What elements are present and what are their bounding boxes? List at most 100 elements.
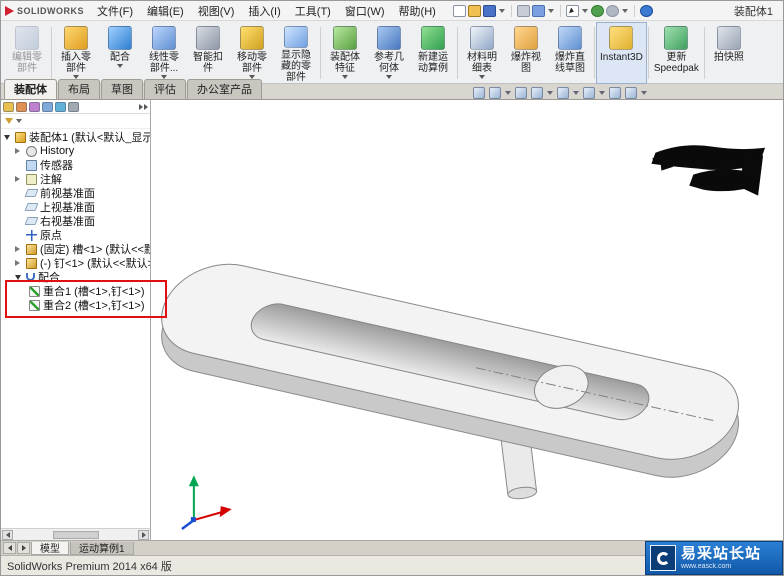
expand-toggle-icon[interactable] — [15, 176, 23, 182]
menu-insert[interactable]: 插入(I) — [241, 1, 287, 21]
dropdown-arrow-icon[interactable] — [547, 91, 553, 95]
undo-dropdown-icon[interactable] — [547, 8, 554, 13]
tree-item-annotations[interactable]: 注解 — [1, 172, 150, 186]
configurationmanager-tab-icon[interactable] — [29, 101, 40, 112]
expand-toggle-icon[interactable] — [15, 260, 23, 266]
menu-view[interactable]: 视图(V) — [191, 1, 242, 21]
part-icon — [26, 257, 37, 269]
section-view-icon[interactable] — [515, 87, 527, 99]
filter-dropdown-icon[interactable] — [16, 119, 22, 123]
panel-horizontal-scrollbar[interactable] — [1, 528, 150, 540]
document-title: 装配体1 — [733, 5, 773, 18]
help-icon[interactable] — [639, 4, 653, 17]
scroll-right-icon[interactable] — [138, 529, 149, 540]
open-document-icon[interactable] — [467, 4, 481, 17]
edit-appearance-icon[interactable] — [609, 87, 621, 99]
move-component-button[interactable]: 移动零 部件 — [230, 23, 274, 83]
tree-item-pin-part[interactable]: (-) 钉<1> (默认<<默认>_显 — [1, 256, 150, 270]
instant3d-button[interactable]: Instant3D — [596, 22, 647, 84]
insert-components-button[interactable]: 插入零 部件 — [54, 23, 98, 83]
expand-toggle-icon[interactable] — [15, 275, 23, 280]
dimxpertmanager-tab-icon[interactable] — [42, 101, 53, 112]
tree-item-mate-coincident-1[interactable]: 重合1 (槽<1>,钉<1>) — [1, 284, 150, 298]
bill-of-materials-button[interactable]: 材料明 细表 — [460, 23, 504, 83]
tab-evaluate[interactable]: 评估 — [144, 79, 186, 99]
expand-toggle-icon[interactable] — [4, 135, 12, 140]
solidworks-logo-text: SOLIDWORKS — [17, 5, 84, 16]
linear-component-pattern-button[interactable]: 线性零 部件... — [142, 23, 186, 83]
scroll-left-icon[interactable] — [2, 529, 13, 540]
tab-motion-study-1[interactable]: 运动算例1 — [70, 541, 134, 555]
save-icon[interactable] — [482, 4, 496, 17]
tree-item-assembly[interactable]: 装配体1 (默认<默认_显示状态 — [1, 130, 150, 144]
featuremanager-tab-icon[interactable] — [3, 101, 14, 112]
dropdown-arrow-icon — [479, 75, 485, 79]
tab-layout[interactable]: 布局 — [58, 79, 100, 99]
tree-item-history[interactable]: History — [1, 144, 150, 158]
show-hidden-components-button[interactable]: 显示隐 藏的零 部件 — [274, 23, 318, 83]
smart-fasteners-button[interactable]: 智能扣 件 — [186, 23, 230, 83]
hide-show-items-icon[interactable] — [583, 87, 595, 99]
menu-file[interactable]: 文件(F) — [90, 1, 140, 21]
tab-model[interactable]: 模型 — [31, 541, 69, 555]
tab-scroll-left-icon[interactable] — [3, 542, 16, 554]
zoom-fit-icon[interactable] — [473, 87, 485, 99]
dropdown-arrow-icon[interactable] — [573, 91, 579, 95]
menu-bar: SOLIDWORKS 文件(F) 编辑(E) 视图(V) 插入(I) 工具(T)… — [1, 1, 783, 21]
explode-line-sketch-button[interactable]: 爆炸直 线草图 — [548, 23, 592, 83]
tree-item-sensors[interactable]: 传感器 — [1, 158, 150, 172]
tab-sketch[interactable]: 草图 — [101, 79, 143, 99]
displaymanager-tab-icon[interactable] — [55, 101, 66, 112]
tree-item-slot-part[interactable]: (固定) 槽<1> (默认<<默认 — [1, 242, 150, 256]
new-motion-study-button[interactable]: 新建运 动算例 — [411, 23, 455, 83]
scrollbar-thumb[interactable] — [52, 530, 99, 539]
tab-scroll-right-icon[interactable] — [17, 542, 30, 554]
filter-funnel-icon[interactable] — [5, 118, 13, 124]
select-dropdown-icon[interactable] — [581, 8, 588, 13]
move-component-icon — [240, 26, 264, 50]
take-snapshot-button[interactable]: 拍快照 — [707, 23, 751, 83]
dropdown-arrow-icon[interactable] — [599, 91, 605, 95]
expand-toggle-icon[interactable] — [15, 246, 23, 252]
display-style-icon[interactable] — [557, 87, 569, 99]
print-icon[interactable] — [516, 4, 530, 17]
tree-item-origin[interactable]: 原点 — [1, 228, 150, 242]
menu-edit[interactable]: 编辑(E) — [140, 1, 191, 21]
options-gear-icon[interactable] — [605, 4, 619, 17]
zoom-area-icon[interactable] — [489, 87, 501, 99]
dropdown-arrow-icon[interactable] — [641, 91, 647, 95]
expand-toggle-icon[interactable] — [15, 148, 23, 154]
edit-component-button[interactable]: 编辑零 部件 — [5, 23, 49, 83]
new-document-icon[interactable] — [452, 4, 466, 17]
quick-access-toolbar — [452, 4, 653, 17]
manager-overflow-icon[interactable] — [68, 101, 79, 112]
undo-icon[interactable] — [531, 4, 545, 17]
exploded-view-button[interactable]: 爆炸视 图 — [504, 23, 548, 83]
dropdown-arrow-icon[interactable] — [505, 91, 511, 95]
panel-overflow-icon[interactable] — [138, 103, 148, 110]
tree-item-mates-folder[interactable]: 配合 — [1, 270, 150, 284]
menu-window[interactable]: 窗口(W) — [338, 1, 392, 21]
propertymanager-tab-icon[interactable] — [16, 101, 27, 112]
tree-item-right-plane[interactable]: 右视基准面 — [1, 214, 150, 228]
update-speedpak-icon — [664, 26, 689, 50]
save-dropdown-icon[interactable] — [498, 8, 505, 13]
tree-item-mate-coincident-2[interactable]: 重合2 (槽<1>,钉<1>) — [1, 298, 150, 312]
tree-item-top-plane[interactable]: 上视基准面 — [1, 200, 150, 214]
mate-button[interactable]: 配合 — [98, 23, 142, 83]
scene-icon[interactable] — [625, 87, 637, 99]
reference-geometry-icon — [377, 26, 401, 50]
update-speedpak-button[interactable]: 更新 Speedpak — [651, 23, 702, 83]
view-orientation-icon[interactable] — [531, 87, 543, 99]
select-cursor-icon[interactable] — [565, 4, 579, 17]
menu-tools[interactable]: 工具(T) — [288, 1, 338, 21]
options-dropdown-icon[interactable] — [621, 8, 628, 13]
tree-item-front-plane[interactable]: 前视基准面 — [1, 186, 150, 200]
assembly-features-button[interactable]: 装配体 特征 — [323, 23, 367, 83]
tab-assembly[interactable]: 装配体 — [4, 79, 57, 99]
graphics-area[interactable] — [152, 100, 783, 540]
reference-geometry-button[interactable]: 参考几 何体 — [367, 23, 411, 83]
menu-help[interactable]: 帮助(H) — [392, 1, 443, 21]
tab-office-products[interactable]: 办公室产品 — [187, 79, 262, 99]
rebuild-icon[interactable] — [590, 4, 604, 17]
